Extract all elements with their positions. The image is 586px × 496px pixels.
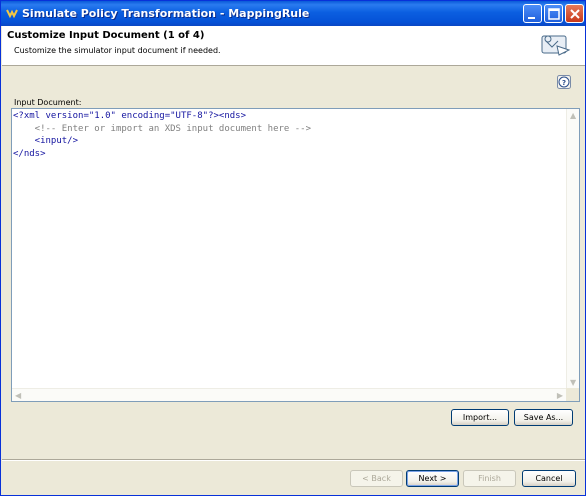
scroll-right-icon[interactable]: ▶	[557, 391, 563, 400]
input-document-label: Input Document:	[14, 98, 82, 107]
wizard-header: Customize Input Document (1 of 4) Custom…	[2, 26, 585, 66]
save-as-button[interactable]: Save As...	[514, 409, 573, 426]
code-line: <input/>	[13, 136, 79, 146]
title-bar[interactable]: Simulate Policy Transformation - Mapping…	[1, 1, 585, 26]
page-description: Customize the simulator input document i…	[14, 46, 221, 55]
app-icon	[6, 9, 18, 19]
scroll-left-icon[interactable]: ◀	[15, 391, 21, 400]
back-button[interactable]: < Back	[350, 470, 403, 487]
code-line: <!-- Enter or import an XDS input docume…	[13, 123, 312, 134]
scroll-down-icon[interactable]: ▼	[570, 378, 576, 387]
maximize-icon	[548, 8, 560, 20]
maximize-button[interactable]	[544, 4, 563, 23]
minimize-icon	[528, 17, 535, 19]
next-button[interactable]: Next >	[406, 470, 459, 487]
code-line: <?xml version="1.0" encoding="UTF-8"?><n…	[13, 111, 246, 121]
dialog-window: Simulate Policy Transformation - Mapping…	[0, 0, 586, 496]
close-button[interactable]	[565, 4, 584, 23]
scroll-up-icon[interactable]: ▲	[570, 111, 576, 120]
help-icon[interactable]: ?	[557, 75, 571, 89]
footer-separator	[2, 459, 585, 461]
close-icon	[570, 9, 580, 19]
scroll-corner	[566, 388, 579, 401]
vertical-scrollbar[interactable]: ▲ ▼	[566, 109, 579, 389]
code-content[interactable]: <?xml version="1.0" encoding="UTF-8"?><n…	[13, 110, 311, 160]
window-title: Simulate Policy Transformation - Mapping…	[22, 7, 310, 20]
page-title: Customize Input Document (1 of 4)	[7, 30, 205, 41]
code-line: </nds>	[13, 148, 46, 159]
minimize-button[interactable]	[523, 4, 542, 23]
horizontal-scrollbar[interactable]: ◀ ▶	[12, 388, 566, 401]
cancel-button[interactable]: Cancel	[522, 470, 576, 487]
wizard-icon	[541, 35, 571, 56]
help-glyph: ?	[562, 79, 566, 87]
finish-button[interactable]: Finish	[463, 470, 516, 487]
input-document-editor[interactable]: <?xml version="1.0" encoding="UTF-8"?><n…	[11, 108, 580, 402]
import-button[interactable]: Import...	[451, 409, 509, 426]
